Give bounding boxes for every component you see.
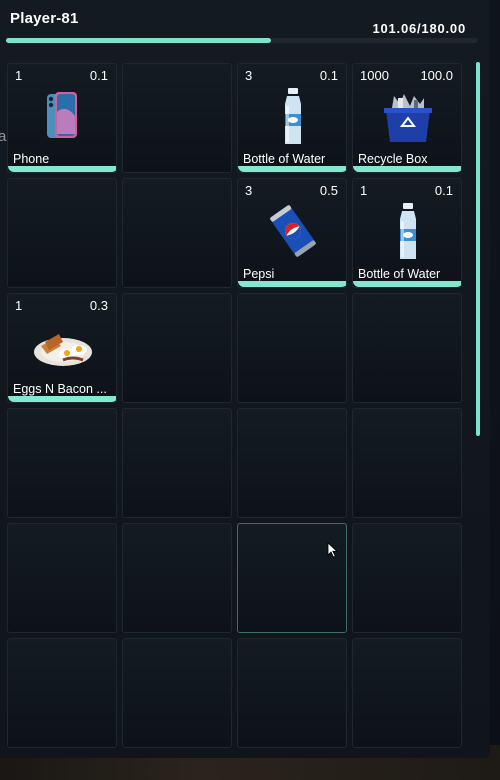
item-weight: 0.5 (319, 183, 338, 198)
scrollbar-thumb[interactable] (476, 62, 480, 436)
inventory-slot-empty[interactable] (7, 178, 117, 288)
item-label: Bottle of Water (358, 267, 441, 281)
inventory-slot-empty[interactable] (122, 638, 232, 748)
pepsi-can-icon (263, 201, 323, 261)
player-name: Player-81 (10, 10, 79, 27)
inventory-slot[interactable]: 1000 100.0 Recycle Box (352, 63, 462, 173)
item-count: 3 (245, 183, 253, 198)
inventory-slot-empty[interactable] (352, 408, 462, 518)
inventory-slot[interactable]: 1 0.1 Bottle of Water (352, 178, 462, 288)
item-label: Recycle Box (358, 152, 428, 166)
inventory-slot[interactable]: 3 0.5 Pepsi (237, 178, 347, 288)
item-count: 3 (245, 68, 253, 83)
item-weight: 0.1 (89, 68, 108, 83)
phone-icon (33, 86, 93, 146)
inventory-slot-empty[interactable] (352, 293, 462, 403)
item-durability-bar (8, 396, 116, 402)
inventory-slot-empty[interactable] (122, 408, 232, 518)
item-durability-bar (238, 166, 346, 172)
inventory-slot[interactable]: 1 0.1 Phone (7, 63, 117, 173)
recycle-box-icon (378, 86, 438, 146)
inventory-slot-empty[interactable] (7, 638, 117, 748)
item-label: Phone (13, 152, 50, 166)
item-durability-bar (238, 281, 346, 287)
inventory-slot-empty[interactable] (352, 523, 462, 633)
inventory-slot-empty[interactable] (237, 638, 347, 748)
item-weight: 0.1 (434, 183, 453, 198)
item-count: 1 (360, 183, 368, 198)
weight-bar-fill (6, 38, 271, 43)
inventory-panel: Player-81 101.06/180.00 ай 10.1Phone30.1… (0, 0, 490, 758)
item-label: Eggs N Bacon ... (13, 382, 107, 396)
item-durability-bar (353, 281, 461, 287)
eggs-bacon-icon (33, 316, 93, 376)
item-count: 1 (15, 68, 23, 83)
inventory-slot-empty[interactable] (7, 408, 117, 518)
inventory-slot-empty[interactable] (122, 63, 232, 173)
item-weight: 0.3 (89, 298, 108, 313)
item-count: 1 (15, 298, 23, 313)
inventory-slot-empty[interactable] (237, 293, 347, 403)
weight-label: 101.06/180.00 (372, 21, 466, 36)
mouse-cursor-icon (327, 542, 339, 558)
inventory-slot-empty[interactable] (122, 523, 232, 633)
item-durability-bar (353, 166, 461, 172)
inventory-slot-empty[interactable] (7, 523, 117, 633)
inventory-slot-empty[interactable] (122, 178, 232, 288)
item-label: Bottle of Water (243, 152, 326, 166)
item-weight: 0.1 (319, 68, 338, 83)
inventory-slot-empty[interactable] (122, 293, 232, 403)
inventory-slot[interactable]: 1 0.3 Eggs N Bacon ... (7, 293, 117, 403)
water-bottle-icon (263, 86, 323, 146)
item-count: 1000 (360, 68, 389, 83)
item-weight: 100.0 (420, 68, 453, 83)
inventory-slot-empty[interactable] (352, 638, 462, 748)
inventory-slot-empty[interactable] (237, 523, 347, 633)
inventory-slot-empty[interactable] (237, 408, 347, 518)
inventory-slot[interactable]: 3 0.1 Bottle of Water (237, 63, 347, 173)
item-durability-bar (8, 166, 116, 172)
water-bottle-icon (378, 201, 438, 261)
weight-bar (6, 38, 478, 43)
item-label: Pepsi (243, 267, 275, 281)
